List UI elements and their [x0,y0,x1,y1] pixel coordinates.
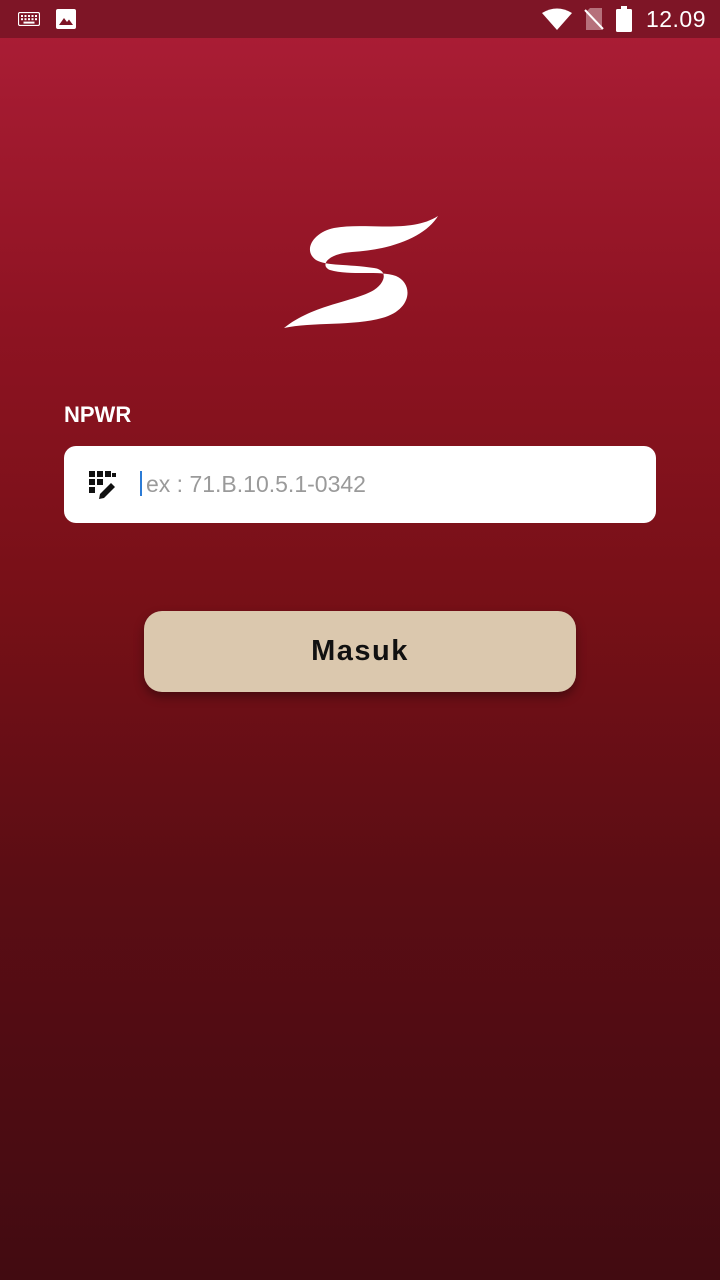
keypad-edit-icon [89,471,117,499]
image-icon [56,9,76,29]
npwr-label: NPWR [64,402,132,427]
battery-icon [615,6,632,32]
status-time: 12.09 [645,5,706,32]
npwr-input-container[interactable] [64,446,656,523]
keyboard-icon [18,12,40,26]
s-logo-icon [282,214,440,330]
status-bar: 12.09 [0,0,720,38]
text-caret [140,471,142,496]
wifi-icon [541,8,572,30]
status-left-group [18,7,76,31]
masuk-button[interactable]: Masuk [144,611,576,692]
no-sim-icon [584,7,604,31]
status-right-group: 12.09 [541,5,706,33]
npwr-input[interactable] [146,462,636,506]
